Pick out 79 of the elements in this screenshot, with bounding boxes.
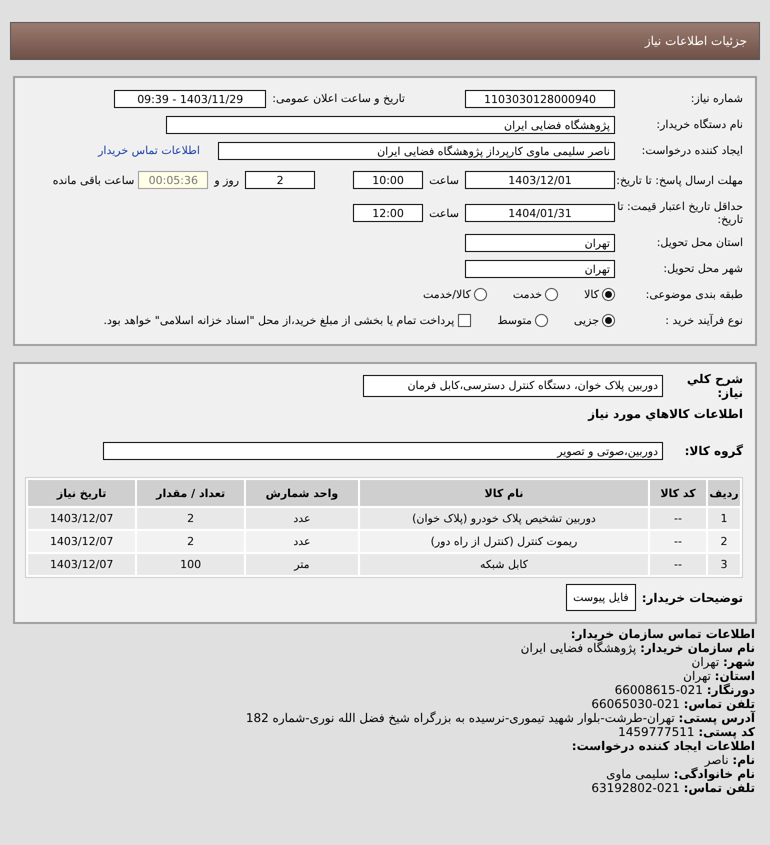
table-cell: 100 (137, 554, 244, 575)
need-number-field: 1103030128000940 (465, 90, 615, 108)
table-cell: -- (650, 554, 706, 575)
table-cell: 1403/12/07 (28, 554, 136, 575)
checkbox[interactable] (458, 314, 472, 327)
column-header: نام کالا (360, 480, 648, 506)
table-cell: متر (246, 554, 358, 575)
field-label: استان محل تحویل: (656, 236, 743, 249)
table-cell: 1403/12/07 (28, 531, 136, 552)
radio-label: کالا (584, 288, 599, 301)
section-title: اطلاعات تماس سازمان خریدار: (570, 627, 755, 641)
time-label: ساعت (428, 174, 460, 186)
header-title: جزئیات اطلاعات نیاز (644, 34, 747, 48)
table-cell: 2 (708, 531, 740, 552)
table-cell: 1403/12/07 (28, 508, 136, 529)
field-label: نام دستگاه خریدار: (655, 118, 743, 131)
goods-group-field: دوربین،صوتی و تصویر (103, 442, 663, 460)
table-cell: ریموت کنترل (کنترل از راه دور) (360, 531, 648, 552)
contact-line: نام سازمان خریدار: پژوهشگاه فضایی ایران (520, 641, 755, 655)
province-field: تهران (465, 234, 615, 252)
table-cell: عدد (246, 531, 358, 552)
table-cell: کابل شبکه (360, 554, 648, 575)
field-label: شرح کلي نياز: (686, 372, 743, 400)
requester-field: ناصر سلیمی ماوی کارپرداز پژوهشگاه فضایی ایران (218, 142, 615, 160)
field-label: شماره نیاز: (690, 92, 743, 105)
field-label: ایجاد کننده درخواست: (640, 144, 743, 157)
field-label: مهلت ارسال پاسخ: تا تاریخ: (615, 174, 743, 186)
table-cell: عدد (246, 508, 358, 529)
time-label: ساعت (428, 206, 460, 220)
city-field: تهران (465, 260, 615, 278)
field-label: توضیحات خریدار: (642, 590, 743, 604)
contact-line: آدرس پستی: تهران-طرشت-بلوار شهید تیموری-نرسیده به بزرگراه شیخ فضل الله نوری-شماره 182 (244, 711, 755, 725)
contact-line: نام: ناصر (703, 753, 755, 767)
table-cell: دوربین تشخیص پلاک خودرو (پلاک خوان) (360, 508, 648, 529)
days-label: روز و (212, 174, 240, 186)
field-label: تاریخ و ساعت اعلان عمومی: (272, 92, 405, 105)
remaining-label: ساعت باقی مانده (52, 174, 134, 186)
column-header: تعداد / مقدار (137, 480, 244, 506)
table-cell: 3 (708, 554, 740, 575)
field-label: گروه کالا: (684, 444, 743, 458)
radio-button[interactable] (602, 288, 615, 301)
field-label: شهر محل تحویل: (662, 262, 743, 275)
column-header: واحد شمارش (246, 480, 358, 506)
contact-line: استان: تهران (682, 669, 755, 683)
radio-button[interactable] (602, 314, 615, 327)
radio-label: خدمت (512, 288, 542, 301)
radio-label: جزیی (574, 314, 599, 327)
radio-button[interactable] (545, 288, 558, 301)
section-title: اطلاعات کالاهاي مورد نياز (588, 406, 743, 420)
description-field: دوربین پلاک خوان، دستگاه کنترل دسترسی،کابل فرمان (363, 375, 663, 397)
field-label: نوع فرآیند خرید : (664, 314, 743, 327)
attachment-button[interactable]: فایل پیوست (566, 584, 636, 611)
table-cell: 1 (708, 508, 740, 529)
buyer-contact-link[interactable]: اطلاعات تماس خریدار (98, 144, 200, 157)
table-cell: -- (650, 508, 706, 529)
contact-line: نام خانوادگی: سلیمی ماوی (605, 767, 755, 781)
contact-line: شهر: تهران (690, 655, 755, 669)
column-header: کد کالا (650, 480, 706, 506)
payment-note: پرداخت تمام یا بخشی از مبلغ خرید،از محل "اسناد خزانه اسلامی" خواهد بود. (104, 314, 454, 327)
radio-label: متوسط (497, 314, 532, 327)
validity-date-field: 1404/01/31 (465, 204, 615, 222)
radio-label: کالا/خدمت (423, 288, 471, 301)
table-cell: -- (650, 531, 706, 552)
table-cell: 2 (137, 508, 244, 529)
buyer-field: پژوهشگاه فضایی ایران (166, 116, 615, 134)
announce-date-field: 1403/11/29 - 09:39 (114, 90, 266, 108)
table-cell: 2 (137, 531, 244, 552)
remaining-time-field: 00:05:36 (138, 171, 208, 189)
field-label: طبقه بندی موضوعی: (644, 288, 743, 301)
column-header: ردیف (708, 480, 740, 506)
field-label: حداقل تاریخ اعتبار قیمت: تا تاریخ: (616, 200, 743, 226)
section-title: اطلاعات ایجاد کننده درخواست: (570, 739, 755, 753)
radio-button[interactable] (474, 288, 487, 301)
deadline-time-field: 10:00 (353, 171, 424, 189)
column-header: تاریخ نیاز (28, 480, 136, 506)
days-field: 2 (245, 171, 316, 189)
radio-button[interactable] (534, 314, 548, 327)
deadline-date-field: 1403/12/01 (465, 171, 615, 189)
validity-time-field: 12:00 (353, 204, 424, 222)
